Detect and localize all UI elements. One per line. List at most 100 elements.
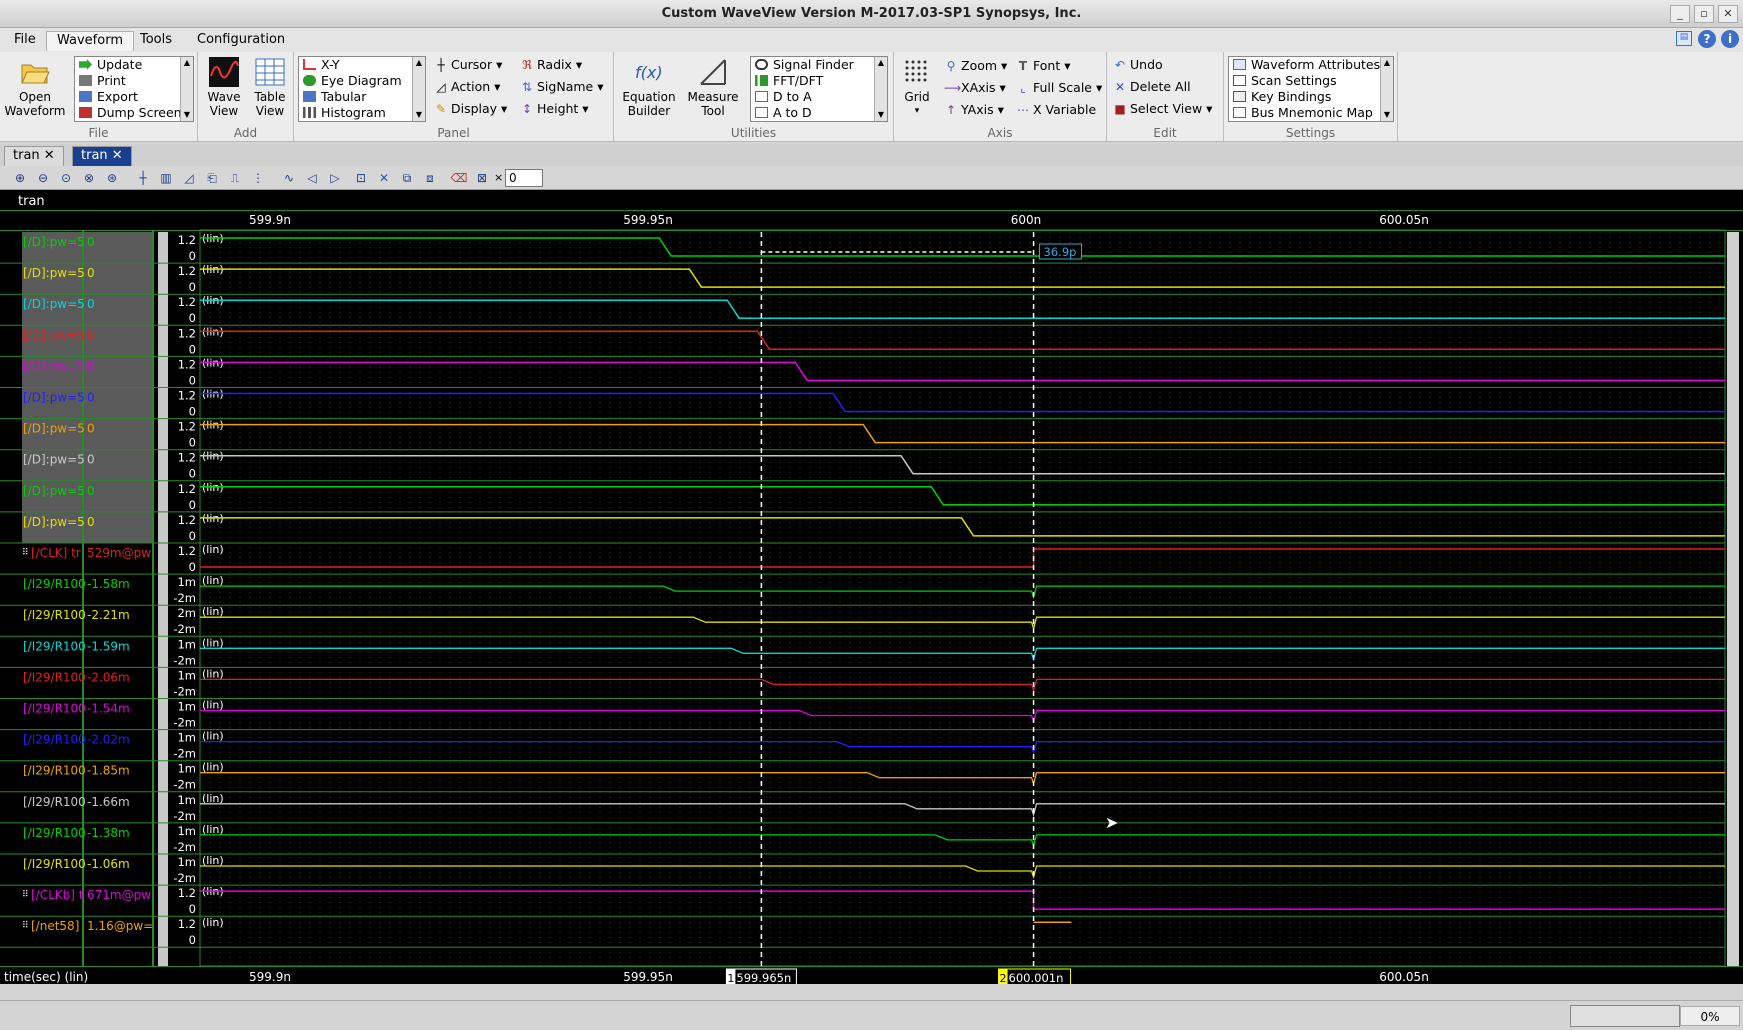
maximize-button[interactable]: ▫ <box>1694 5 1714 23</box>
x-tick-label-top: 600.05n <box>1379 213 1429 227</box>
grid-button[interactable]: Grid ▾ <box>896 56 938 118</box>
info-icon[interactable]: i <box>1721 30 1739 48</box>
update-item[interactable]: Update <box>75 57 193 73</box>
yaxis-button[interactable]: ↑ YAxis ▾ <box>944 100 1004 120</box>
zoom-button[interactable]: ⚲ Zoom ▾ <box>944 56 1008 76</box>
scroll-down-icon[interactable]: ▼ <box>876 110 886 120</box>
close-window-button[interactable]: ✕ <box>1718 5 1738 23</box>
waveform-attributes-item[interactable]: Waveform Attributes <box>1229 57 1393 73</box>
zoom-out-icon[interactable]: ⊖ <box>34 170 52 186</box>
d-to-a-item[interactable]: D to A <box>751 89 887 105</box>
wave-view-button[interactable]: Wave View <box>202 56 246 118</box>
display-button[interactable]: ✎ Display ▾ <box>434 99 507 119</box>
zoom-in-icon[interactable]: ⊕ <box>11 170 29 186</box>
bus-mnemonic-item[interactable]: Bus Mnemonic Map <box>1229 105 1393 121</box>
histogram-item[interactable]: Histogram <box>299 105 425 121</box>
signal-name: [/I29/R100 <box>23 764 86 778</box>
signame-button[interactable]: ⇅ SigName ▾ <box>520 77 604 97</box>
measure-tool-button[interactable]: Measure Tool <box>682 56 744 118</box>
undo-button[interactable]: ↶ Undo <box>1113 55 1163 75</box>
open-waveform-button[interactable]: Open Waveform <box>2 56 68 118</box>
scroll-down-icon[interactable]: ▼ <box>182 110 192 120</box>
zoom-factor-input[interactable]: 0 <box>505 169 543 187</box>
y-axis-top-label: 1.2 <box>178 513 196 527</box>
tab-tran-2[interactable]: tran ✕ <box>72 146 132 166</box>
menu-tools[interactable]: Tools <box>130 31 182 51</box>
panel-list-scrollbar[interactable]: ▲ ▼ <box>412 57 425 121</box>
scroll-up-icon[interactable]: ▲ <box>182 58 192 68</box>
menu-file[interactable]: File <box>4 31 46 51</box>
eye-diagram-item[interactable]: Eye Diagram <box>299 73 425 89</box>
signal-value: -1.38m <box>87 826 130 840</box>
zoom-fit-icon[interactable]: ⊙ <box>57 170 75 186</box>
table-view-button[interactable]: Table View <box>248 56 292 118</box>
y-axis-top-label: 1.2 <box>178 451 196 465</box>
menu-configuration[interactable]: Configuration <box>187 31 295 51</box>
x-variable-button[interactable]: ⋯ X Variable <box>1016 100 1096 120</box>
delete-icon[interactable]: ✕ <box>375 170 393 186</box>
minimize-button[interactable]: _ <box>1670 5 1690 23</box>
a-to-d-item[interactable]: A to D <box>751 105 887 121</box>
key-bindings-item[interactable]: Key Bindings <box>1229 89 1393 105</box>
paste-icon[interactable]: ⧈ <box>421 170 439 186</box>
eye-diagram-icon <box>303 75 316 86</box>
vertical-scrollbar <box>1727 232 1739 966</box>
height-button[interactable]: ↕ Height ▾ <box>520 99 589 119</box>
scroll-down-icon[interactable]: ▼ <box>414 110 424 120</box>
waveform-canvas[interactable]: tran599.9n599.9n599.95n599.95n600n600n60… <box>0 190 1743 986</box>
scroll-up-icon[interactable]: ▲ <box>414 58 424 68</box>
signal-finder-item[interactable]: Signal Finder <box>751 57 887 73</box>
panel-icon[interactable]: ▤ <box>1676 31 1692 46</box>
scroll-down-icon[interactable]: ▼ <box>1382 110 1392 120</box>
settings-list-scrollbar[interactable]: ▲ ▼ <box>1380 57 1393 121</box>
marker-icon[interactable]: ⎗ <box>203 170 221 186</box>
xaxis-button[interactable]: ⟶XAxis ▾ <box>944 78 1006 98</box>
fft-icon <box>755 75 768 86</box>
file-list-scrollbar[interactable]: ▲ ▼ <box>180 57 193 121</box>
wave-icon[interactable]: ∿ <box>280 170 298 186</box>
tabular-item[interactable]: Tabular <box>299 89 425 105</box>
fit-window-icon[interactable]: ⊡ <box>352 170 370 186</box>
copy-icon[interactable]: ⧉ <box>398 170 416 186</box>
delete-all-button[interactable]: ✕ Delete All <box>1113 77 1191 97</box>
close-icon[interactable]: ✕ <box>44 148 55 163</box>
previous-icon[interactable]: ◁ <box>303 170 321 186</box>
radix-button[interactable]: ℜ Radix ▾ <box>520 55 582 75</box>
vertical-bars-icon[interactable]: ▥ <box>157 170 175 186</box>
progress-percent: 0% <box>1680 1006 1740 1026</box>
measure-slope-icon[interactable]: ◿ <box>180 170 198 186</box>
next-icon[interactable]: ▷ <box>326 170 344 186</box>
zoom-y-icon[interactable]: ⊛ <box>103 170 121 186</box>
scan-settings-item[interactable]: Scan Settings <box>1229 73 1393 89</box>
dump-screen-item[interactable]: Dump Screen <box>75 105 193 121</box>
signal-name: [/D]:pw=5 <box>23 297 85 311</box>
export-item[interactable]: Export <box>75 89 193 105</box>
eraser-icon[interactable]: ⌫ <box>450 170 468 186</box>
grid-toggle-icon[interactable]: ⋮ <box>249 170 267 186</box>
y-axis-top-label: 1.2 <box>178 233 196 247</box>
xy-item[interactable]: X-Y <box>299 57 425 73</box>
full-scale-button[interactable]: ⌞ Full Scale ▾ <box>1016 78 1102 98</box>
scroll-up-icon[interactable]: ▲ <box>876 58 886 68</box>
cursor-button[interactable]: ┼ Cursor ▾ <box>434 55 502 75</box>
menu-waveform[interactable]: Waveform <box>46 31 134 51</box>
utilities-list-scrollbar[interactable]: ▲ ▼ <box>874 57 887 121</box>
snap-icon[interactable]: ⊠ <box>473 170 491 186</box>
font-button[interactable]: T Font ▾ <box>1016 56 1071 76</box>
scan-icon <box>1233 75 1246 86</box>
zoom-x-icon[interactable]: ⊗ <box>80 170 98 186</box>
fft-item[interactable]: FFT/DFT <box>751 73 887 89</box>
action-button[interactable]: ◿ Action ▾ <box>434 77 500 97</box>
print-item[interactable]: Print <box>75 73 193 89</box>
attributes-icon <box>1233 59 1246 70</box>
pulse-icon[interactable]: ⎍ <box>226 170 244 186</box>
equation-builder-button[interactable]: f(x) Equation Builder <box>616 56 682 118</box>
help-icon[interactable]: ? <box>1698 30 1716 48</box>
select-view-button[interactable]: ■ Select View ▾ <box>1113 99 1212 119</box>
scroll-up-icon[interactable]: ▲ <box>1382 58 1392 68</box>
tab-tran-1[interactable]: tran ✕ <box>4 146 64 166</box>
panel-title: tran <box>18 194 45 209</box>
file-list: Update Print Export Dump Screen ▲ ▼ <box>74 56 194 122</box>
close-icon[interactable]: ✕ <box>112 148 123 163</box>
add-cursor-icon[interactable]: ┼ <box>134 170 152 186</box>
